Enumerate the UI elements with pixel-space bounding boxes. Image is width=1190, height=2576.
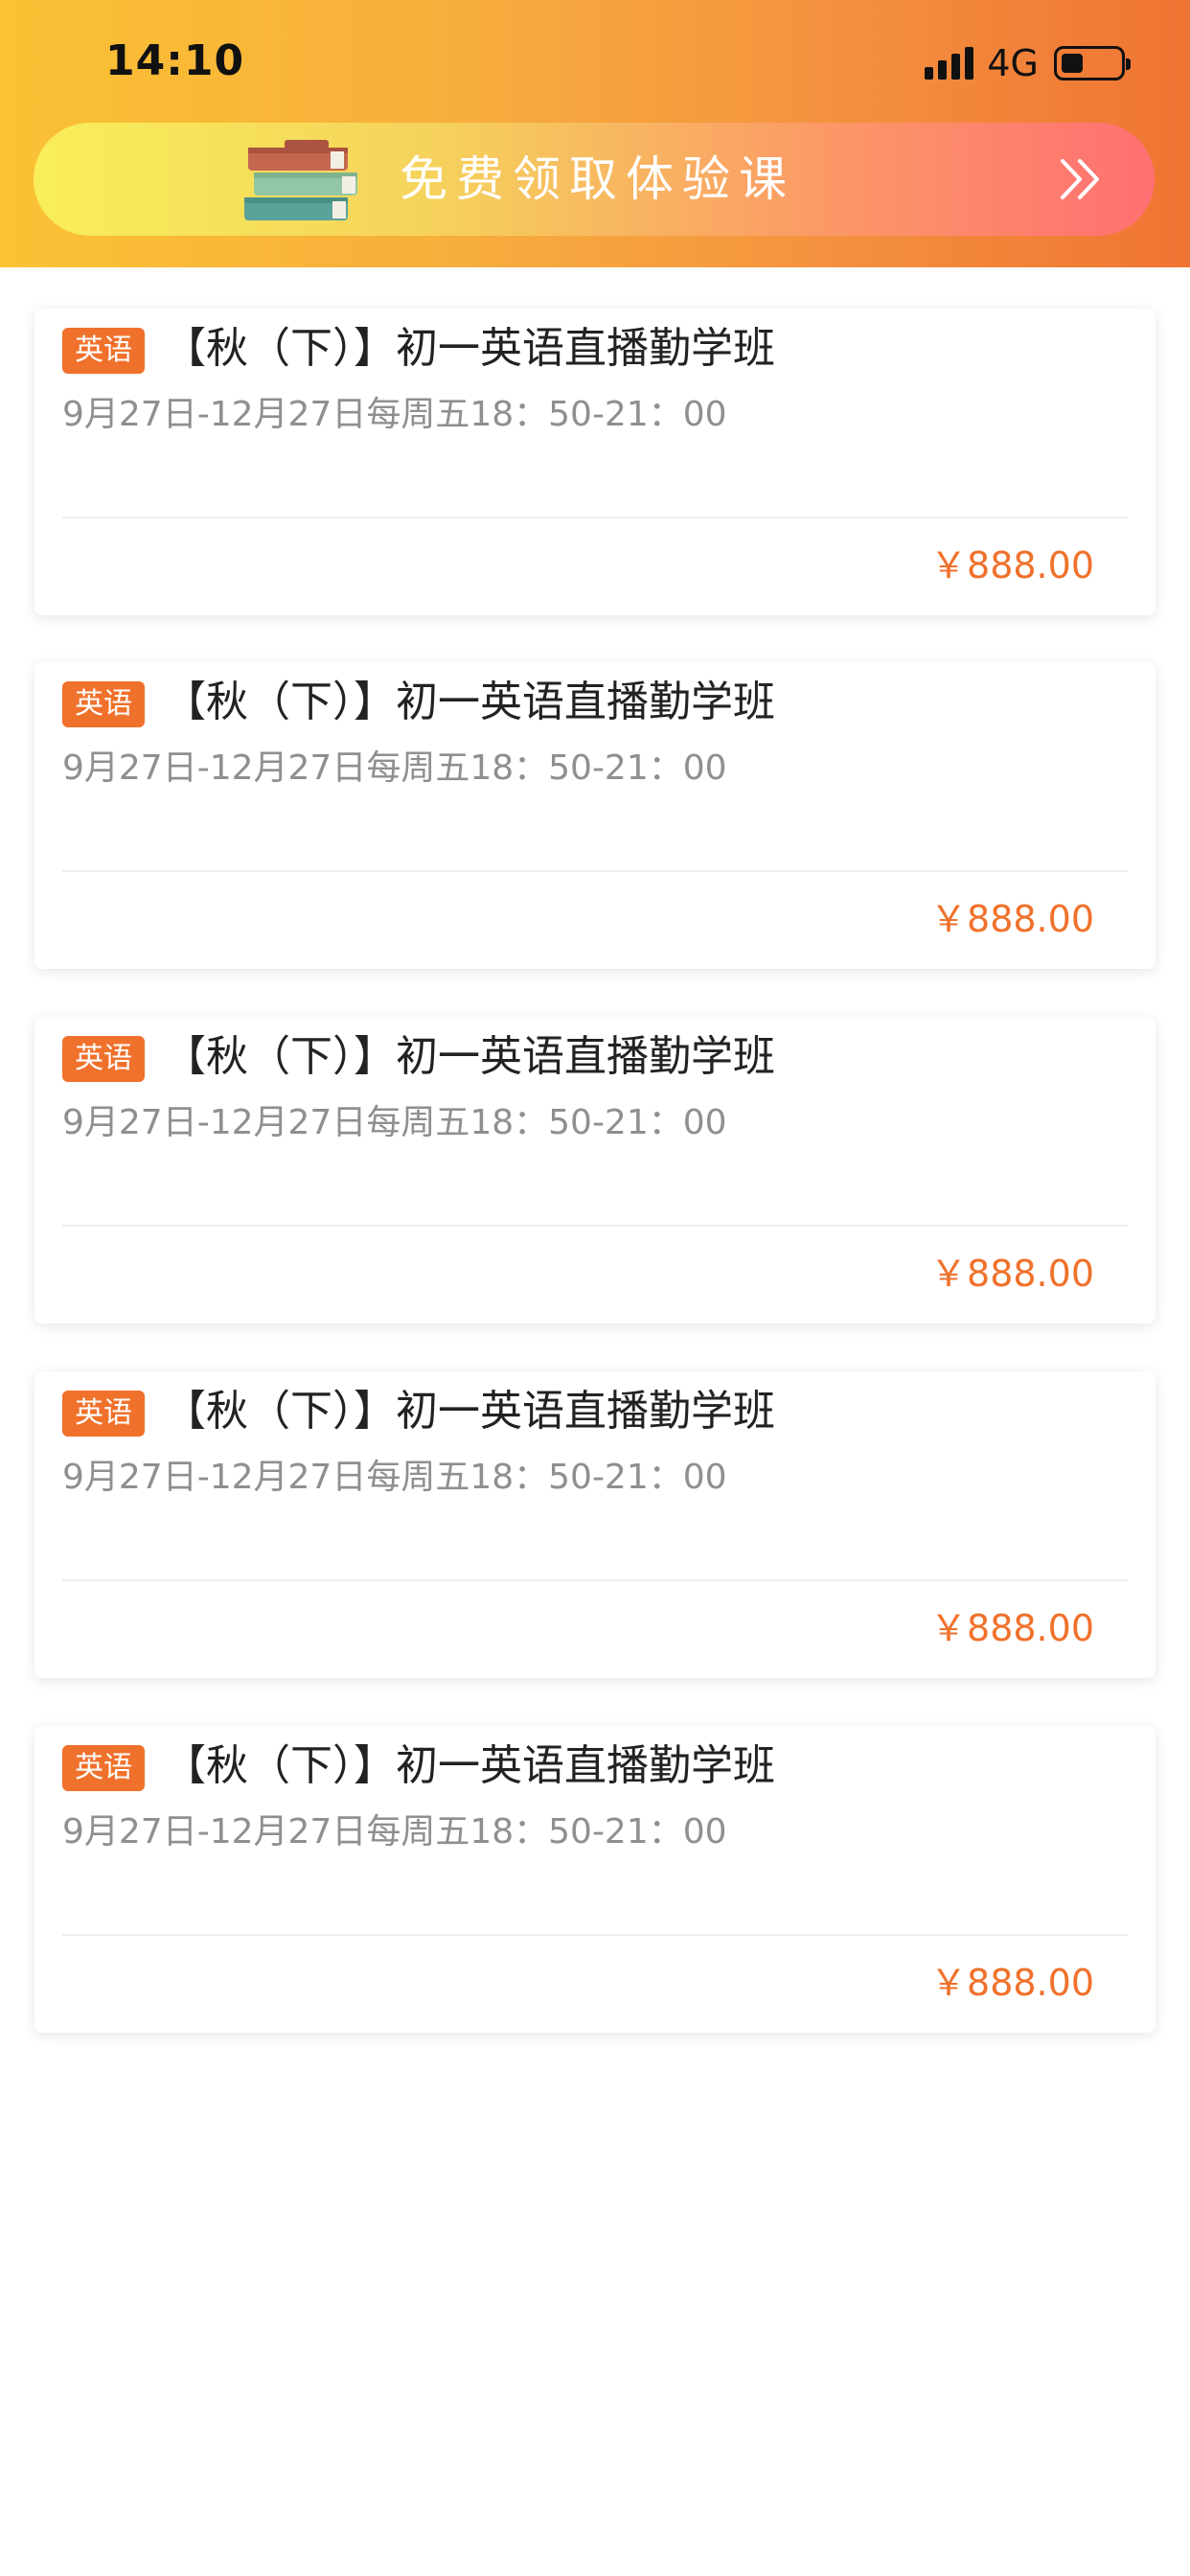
course-card[interactable]: 英语 【秋（下）】初一英语直播勤学班 9月27日-12月27日每周五18：50-… (34, 1371, 1156, 1678)
status-indicators: 4G (925, 42, 1131, 84)
card-divider (62, 517, 1128, 518)
subject-tag: 英语 (62, 1391, 145, 1437)
subject-tag: 英语 (62, 328, 145, 374)
course-price: ￥888.00 (930, 544, 1094, 586)
card-divider (62, 1579, 1128, 1581)
battery-icon (1054, 46, 1131, 80)
course-card[interactable]: 英语 【秋（下）】初一英语直播勤学班 9月27日-12月27日每周五18：50-… (34, 662, 1156, 969)
course-price: ￥888.00 (930, 1607, 1094, 1649)
status-bar: 14:10 4G (0, 0, 1190, 126)
subject-tag: 英语 (62, 681, 145, 727)
course-title: 【秋（下）】初一英语直播勤学班 (164, 1387, 775, 1436)
course-title: 【秋（下）】初一英语直播勤学班 (164, 324, 775, 373)
course-price: ￥888.00 (930, 1253, 1094, 1295)
network-label: 4G (987, 42, 1039, 84)
card-divider (62, 1225, 1128, 1227)
card-divider (62, 1934, 1128, 1936)
course-list-page: 14:10 4G 免费领取体验课 英语 【秋（下）】初一英语直播勤学班 9月27… (0, 0, 1190, 2576)
course-title: 【秋（下）】初一英语直播勤学班 (164, 1741, 775, 1790)
subject-tag: 英语 (62, 1036, 145, 1082)
signal-bars-icon (925, 47, 974, 80)
course-schedule: 9月27日-12月27日每周五18：50-21：00 (62, 1812, 727, 1852)
course-schedule: 9月27日-12月27日每周五18：50-21：00 (62, 1103, 727, 1142)
course-title: 【秋（下）】初一英语直播勤学班 (164, 1032, 775, 1081)
course-card[interactable]: 英语 【秋（下）】初一英语直播勤学班 9月27日-12月27日每周五18：50-… (34, 1017, 1156, 1323)
course-price: ￥888.00 (930, 898, 1094, 940)
course-card[interactable]: 英语 【秋（下）】初一英语直播勤学班 9月27日-12月27日每周五18：50-… (34, 1726, 1156, 2033)
double-chevron-right-icon (1061, 159, 1099, 199)
course-title: 【秋（下）】初一英语直播勤学班 (164, 678, 775, 726)
free-trial-banner[interactable]: 免费领取体验课 (34, 123, 1155, 236)
header: 14:10 4G 免费领取体验课 (0, 0, 1190, 267)
course-schedule: 9月27日-12月27日每周五18：50-21：00 (62, 748, 727, 788)
subject-tag: 英语 (62, 1745, 145, 1791)
course-card[interactable]: 英语 【秋（下）】初一英语直播勤学班 9月27日-12月27日每周五18：50-… (34, 309, 1156, 615)
course-schedule: 9月27日-12月27日每周五18：50-21：00 (62, 395, 727, 434)
course-schedule: 9月27日-12月27日每周五18：50-21：00 (62, 1458, 727, 1497)
books-icon (244, 140, 357, 220)
card-divider (62, 870, 1128, 872)
free-trial-text: 免费领取体验课 (400, 151, 795, 207)
status-time: 14:10 (105, 36, 245, 85)
course-price: ￥888.00 (930, 1962, 1094, 2004)
